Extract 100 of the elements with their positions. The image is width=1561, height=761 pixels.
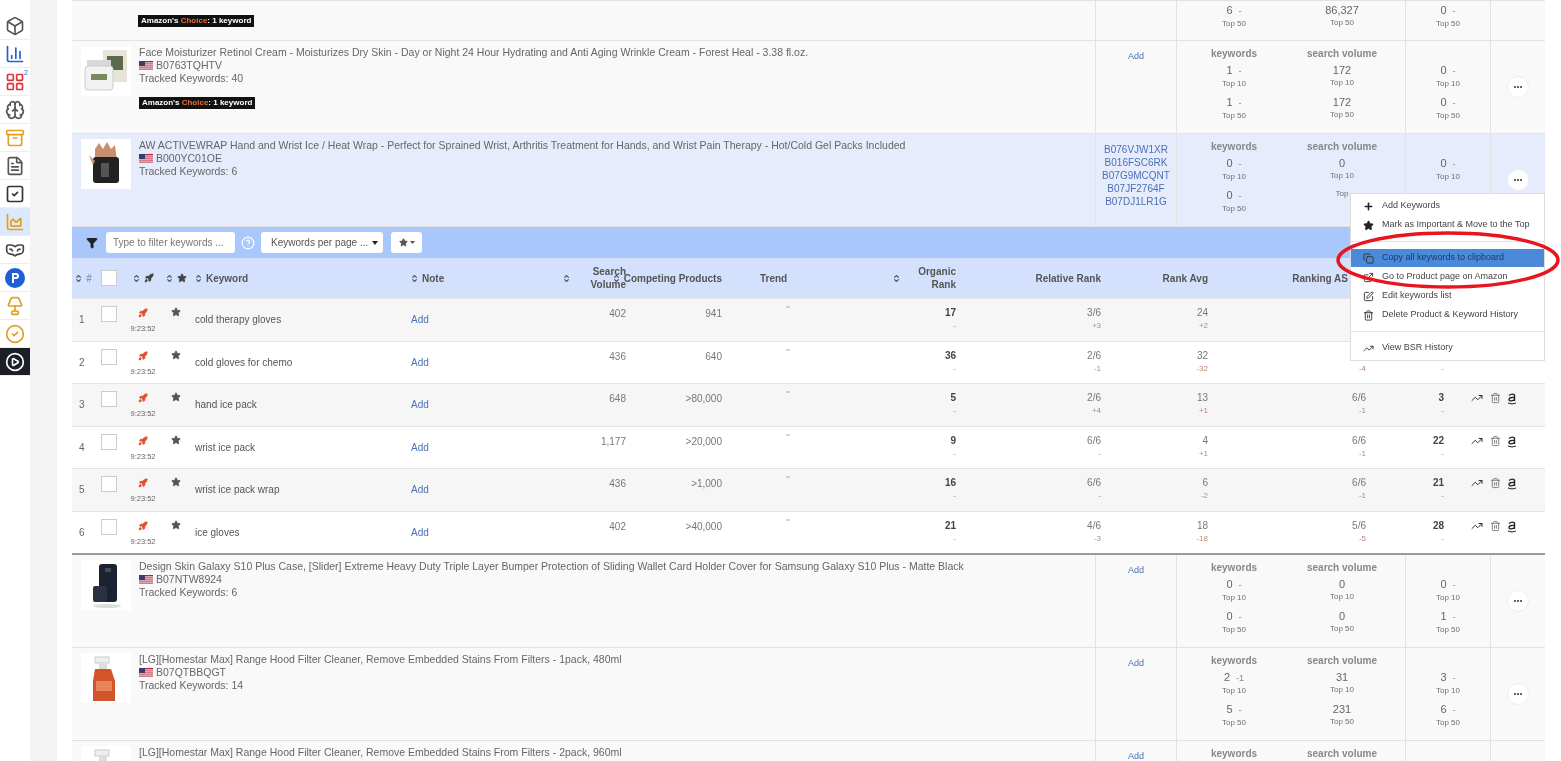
row-checkbox[interactable] xyxy=(101,433,117,450)
more-button[interactable] xyxy=(1507,76,1529,98)
add-note-link[interactable]: Add xyxy=(411,399,429,410)
competing-products: >80,000 xyxy=(685,392,722,406)
column-header[interactable]: Rank Avg xyxy=(1162,271,1208,285)
copy-icon xyxy=(1363,252,1374,264)
asin-link[interactable]: B07G9MCQNT xyxy=(1102,169,1170,182)
choice-badge: Amazon's Choice: 1 keyword xyxy=(139,97,256,109)
chart-icon[interactable] xyxy=(1470,392,1484,404)
asin-text: B07QTBBQGT xyxy=(156,666,227,679)
rocket-icon[interactable] xyxy=(138,478,148,488)
row-checkbox[interactable] xyxy=(101,476,117,492)
star-icon xyxy=(398,238,408,247)
rank-avg: 18 xyxy=(1196,518,1208,532)
sort-icon[interactable] xyxy=(165,272,174,284)
add-note-link[interactable]: Add xyxy=(411,314,429,325)
menu-item[interactable]: Add Keywords xyxy=(1351,197,1544,215)
choice-badge: Amazon's Choice: 1 keyword xyxy=(138,15,255,27)
stat-label: Top 50 xyxy=(1222,203,1246,215)
rocket-icon[interactable] xyxy=(138,435,148,446)
menu-item[interactable]: View BSR History xyxy=(1351,339,1544,357)
row-checkbox[interactable] xyxy=(101,348,117,365)
amazon-icon[interactable] xyxy=(1507,392,1517,405)
change-text: +3 xyxy=(1091,320,1101,332)
more-button[interactable] xyxy=(1507,169,1529,191)
edit-icon xyxy=(1363,290,1374,302)
stat-label: Top 50 xyxy=(1436,110,1460,122)
add-link[interactable]: Add xyxy=(1128,657,1144,671)
star-icon[interactable] xyxy=(171,392,181,402)
sidebar-item[interactable] xyxy=(0,348,30,376)
stat-value: 0 xyxy=(1226,188,1233,202)
menu-item[interactable]: Edit keywords list xyxy=(1351,287,1544,305)
sort-icon[interactable] xyxy=(562,272,571,284)
menu-item[interactable]: Go to Product page on Amazon xyxy=(1351,268,1544,286)
add-link[interactable]: Add xyxy=(1128,50,1144,64)
add-link[interactable]: Add xyxy=(1128,564,1144,578)
column-header[interactable]: Relative Rank xyxy=(1035,271,1101,285)
rocket-icon[interactable] xyxy=(138,393,148,403)
row-checkbox[interactable] xyxy=(101,306,117,322)
amazon-icon[interactable] xyxy=(1507,519,1517,533)
sort-icon[interactable] xyxy=(410,272,419,284)
rocket-icon[interactable] xyxy=(138,520,148,531)
amazon-icon[interactable] xyxy=(1507,477,1517,490)
sort-icon[interactable] xyxy=(892,272,901,284)
trash-icon[interactable] xyxy=(1490,519,1501,532)
asin-link[interactable]: B076VJW1XR xyxy=(1104,143,1168,156)
stat-change: - xyxy=(1452,672,1456,685)
sort-icon[interactable] xyxy=(74,272,84,284)
add-note-link[interactable]: Add xyxy=(411,356,429,368)
product-title: [LG][Homestar Max] Range Hood Filter Cleaner, Remove Embedded Stains From Filters - 1pack, 480ml xyxy=(139,653,622,666)
star-dropdown[interactable] xyxy=(391,232,422,253)
trash-icon[interactable] xyxy=(1490,477,1501,489)
star-icon[interactable] xyxy=(171,519,181,530)
amazon-icon[interactable] xyxy=(1507,434,1517,448)
stat-change: -1 xyxy=(1236,672,1245,685)
change-text: - xyxy=(1098,447,1101,460)
menu-item[interactable]: Copy all keywords to clipboard xyxy=(1351,249,1544,267)
rocket-icon[interactable] xyxy=(138,350,148,361)
rocket-icon[interactable] xyxy=(138,308,148,318)
add-link[interactable]: Add xyxy=(1128,750,1144,761)
star-icon[interactable] xyxy=(171,349,181,360)
column-header[interactable]: Organic Rank xyxy=(904,265,956,291)
stat-value: 0 xyxy=(1338,577,1346,591)
change-text: - xyxy=(1441,362,1444,375)
search-volume: 402 xyxy=(609,519,626,534)
keyword-text: cold gloves for chemo xyxy=(195,356,293,368)
filter-field[interactable]: Type to filter keywords ... xyxy=(106,232,235,253)
row-checkbox[interactable] xyxy=(101,391,117,407)
add-note-link[interactable]: Add xyxy=(411,526,429,538)
more-button[interactable] xyxy=(1507,590,1529,612)
asin-link[interactable]: B07JF2764F xyxy=(1107,182,1165,195)
sort-icon[interactable] xyxy=(132,272,141,284)
stat-label: Top 10 xyxy=(1222,171,1246,183)
per-page-select[interactable]: Keywords per page ... xyxy=(261,232,383,253)
star-icon[interactable] xyxy=(171,307,181,317)
more-button[interactable] xyxy=(1507,683,1529,705)
trend-sparkline xyxy=(786,433,790,436)
add-note-link[interactable]: Add xyxy=(411,441,429,453)
add-note-link[interactable]: Add xyxy=(411,484,429,495)
star-icon[interactable] xyxy=(171,477,181,487)
column-header[interactable]: Note xyxy=(422,271,445,285)
sort-icon[interactable] xyxy=(194,272,203,284)
stat-label: Top 50 xyxy=(1330,623,1354,635)
asin-link[interactable]: B016FSC6RK xyxy=(1104,156,1168,169)
column-header[interactable]: Keyword xyxy=(206,271,249,285)
chart-icon[interactable] xyxy=(1470,477,1484,489)
ranking-asins: 6/6 xyxy=(1352,391,1366,404)
asin-link[interactable]: B07DJ1LR1G xyxy=(1105,195,1167,208)
trash-icon[interactable] xyxy=(1490,392,1501,404)
menu-item[interactable]: Mark as Important & Move to the Top xyxy=(1351,216,1544,234)
star-icon[interactable] xyxy=(171,434,181,445)
row-checkbox[interactable] xyxy=(101,518,117,535)
row-number: 1 xyxy=(79,314,85,325)
column-header[interactable]: Trend xyxy=(760,271,788,285)
trash-icon[interactable] xyxy=(1490,434,1501,447)
filter-icon[interactable] xyxy=(86,236,98,249)
menu-item[interactable]: Delete Product & Keyword History xyxy=(1351,306,1544,324)
row-checkbox[interactable] xyxy=(101,270,117,286)
ranking-asins: 5/6 xyxy=(1352,518,1366,532)
column-header[interactable]: Ranking AS xyxy=(1292,271,1348,285)
